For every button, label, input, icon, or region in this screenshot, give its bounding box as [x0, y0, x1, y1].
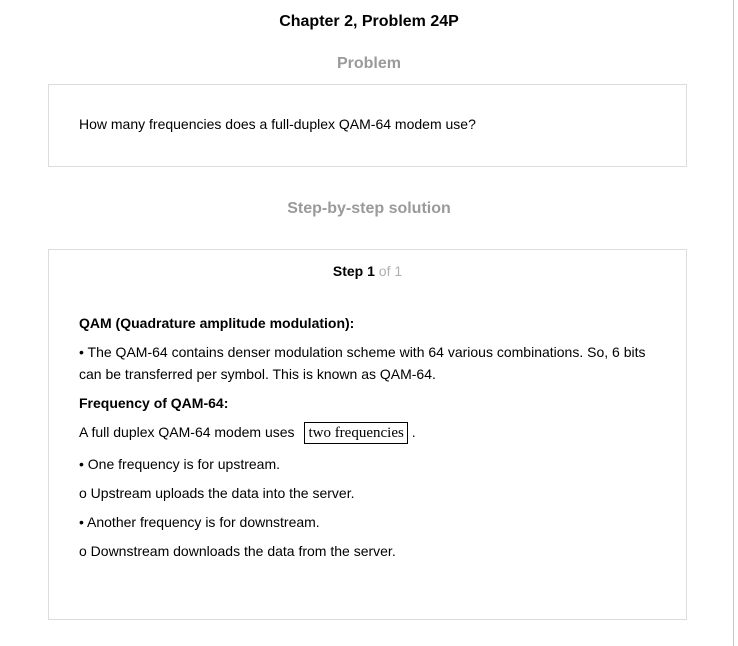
- qam-heading: QAM (Quadrature amplitude modulation):: [79, 315, 355, 331]
- solution-heading: Step-by-step solution: [287, 200, 451, 217]
- answer-prefix: A full duplex QAM-64 modem uses: [79, 424, 295, 440]
- answer-line: A full duplex QAM-64 modem uses two freq…: [79, 421, 659, 444]
- step-word: Step: [332, 263, 364, 279]
- problem-box: How many frequencies does a full-duplex …: [48, 84, 687, 167]
- solution-box: Step 1 of 1 QAM (Quadrature amplitude mo…: [48, 249, 687, 620]
- list-item: o Downstream downloads the data from the…: [79, 543, 396, 559]
- problem-heading: Problem: [336, 55, 401, 72]
- step-number: 1: [367, 263, 375, 279]
- list-item: o Upstream uploads the data into the ser…: [79, 485, 355, 501]
- frequency-heading: Frequency of QAM-64:: [79, 395, 229, 411]
- chapter-title: Chapter 2, Problem 24P: [279, 13, 459, 30]
- boxed-answer: two frequencies: [304, 422, 408, 444]
- step-indicator: Step 1 of 1: [49, 262, 686, 280]
- step-total: of 1: [378, 263, 403, 279]
- problem-text: How many frequencies does a full-duplex …: [79, 116, 476, 132]
- list-item: • Another frequency is for downstream.: [79, 514, 320, 530]
- page-right-border: [733, 0, 734, 646]
- solution-content: QAM (Quadrature amplitude modulation): •…: [79, 312, 659, 569]
- answer-suffix: .: [411, 424, 416, 440]
- list-item: • One frequency is for upstream.: [79, 456, 280, 472]
- qam-paragraph: • The QAM-64 contains denser modulation …: [79, 344, 646, 382]
